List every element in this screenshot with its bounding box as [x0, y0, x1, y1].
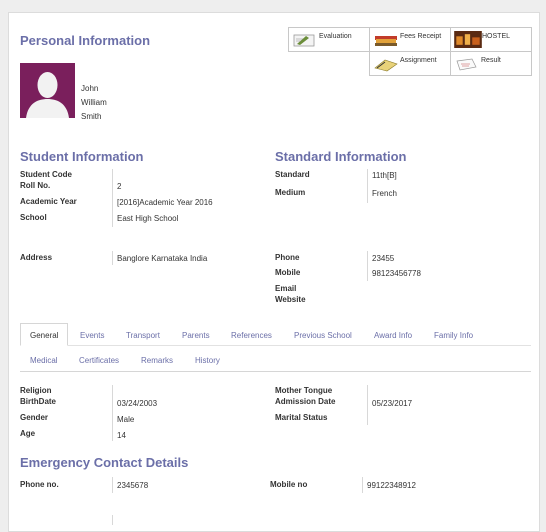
standard-label: Standard [275, 170, 310, 179]
evaluation-link[interactable]: Evaluation [289, 28, 369, 51]
fees-receipt-icon [375, 36, 397, 46]
hostel-label: HOSTEL [482, 33, 511, 40]
website-label: Website [275, 295, 306, 304]
user-silhouette-icon [26, 72, 69, 118]
middle-name: William [81, 98, 107, 107]
evaluation-label: Evaluation [319, 33, 352, 40]
personal-info-title: Personal Information [20, 33, 151, 48]
age-label: Age [20, 429, 36, 438]
last-name: Smith [81, 112, 102, 121]
student-code-label: Student Code [20, 170, 72, 179]
roll-no-label: Roll No. [20, 181, 51, 190]
roll-no-value: 2 [117, 182, 122, 191]
hostel-icon [454, 31, 482, 48]
email-label: Email [275, 284, 297, 293]
assignment-link[interactable]: Assignment [370, 52, 450, 75]
assignment-label: Assignment [400, 57, 437, 64]
fees-receipt-link[interactable]: Fees Receipt [370, 28, 450, 51]
tab-parents[interactable]: Parents [182, 331, 210, 340]
emergency-mobile-label: Mobile no [270, 480, 308, 489]
quick-links-table: Evaluation Fees Receipt HOSTEL Assignmen… [288, 27, 532, 76]
marital-status-label: Marital Status [275, 413, 328, 422]
phone-label: Phone [275, 253, 300, 262]
address-value: Banglore Karnataka India [117, 254, 208, 263]
school-value: East High School [117, 214, 179, 223]
gender-label: Gender [20, 413, 49, 422]
result-label: Result [481, 57, 501, 64]
birthdate-value: 03/24/2003 [117, 399, 158, 408]
admission-date-value: 05/23/2017 [372, 399, 413, 408]
first-name: John [81, 84, 99, 93]
avatar [20, 63, 75, 118]
medium-label: Medium [275, 188, 306, 197]
academic-year-label: Academic Year [20, 197, 77, 206]
mobile-value: 98123456778 [372, 269, 421, 278]
emergency-phone-value: 2345678 [117, 481, 149, 490]
result-link[interactable]: Result [451, 52, 531, 75]
tab-medical[interactable]: Medical [30, 356, 58, 365]
fees-receipt-label: Fees Receipt [400, 33, 442, 40]
gender-value: Male [117, 415, 135, 424]
address-label: Address [20, 253, 53, 262]
mobile-label: Mobile [275, 268, 301, 277]
tab-previous-school[interactable]: Previous School [294, 331, 352, 340]
tab-events[interactable]: Events [80, 331, 104, 340]
student-profile-card: Personal Information John William Smith … [8, 12, 540, 532]
phone-value: 23455 [372, 254, 395, 263]
tab-award-info[interactable]: Award Info [374, 331, 412, 340]
tab-family-info[interactable]: Family Info [434, 331, 473, 340]
tab-transport[interactable]: Transport [126, 331, 160, 340]
mother-tongue-label: Mother Tongue [275, 386, 333, 395]
assignment-icon [374, 59, 398, 72]
hostel-link[interactable]: HOSTEL [451, 28, 531, 51]
standard-value: 11th[B] [372, 171, 397, 180]
tab-history[interactable]: History [195, 356, 220, 365]
age-value: 14 [117, 431, 126, 440]
admission-date-label: Admission Date [275, 397, 336, 406]
student-info-title: Student Information [20, 149, 144, 164]
tab-certificates[interactable]: Certificates [79, 356, 119, 365]
religion-label: Religion [20, 386, 52, 395]
academic-year-value: [2016]Academic Year 2016 [117, 198, 213, 207]
result-icon [456, 58, 477, 71]
emergency-mobile-value: 99122348912 [367, 481, 416, 490]
tab-remarks[interactable]: Remarks [141, 356, 173, 365]
medium-value: French [372, 189, 397, 198]
evaluation-icon [293, 34, 315, 47]
tab-references[interactable]: References [231, 331, 272, 340]
emergency-title: Emergency Contact Details [20, 455, 189, 470]
tab-general[interactable]: General [30, 331, 58, 340]
school-label: School [20, 213, 47, 222]
birthdate-label: BirthDate [20, 397, 57, 406]
standard-info-title: Standard Information [275, 149, 407, 164]
emergency-phone-label: Phone no. [20, 480, 59, 489]
